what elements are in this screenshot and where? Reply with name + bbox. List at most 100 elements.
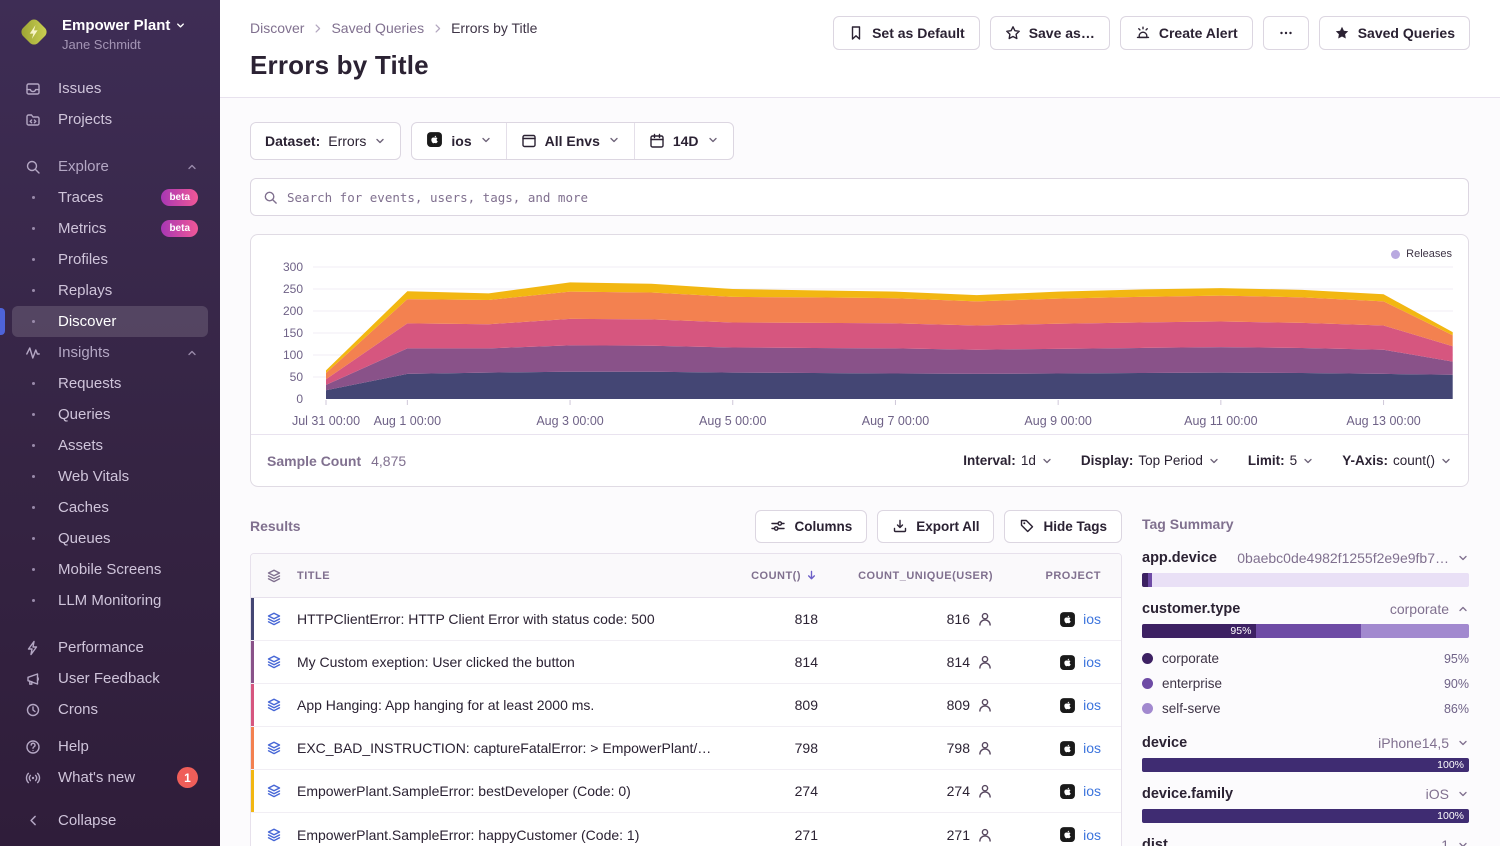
count-cell: 818 [724, 611, 834, 627]
button-label: Create Alert [1159, 25, 1238, 41]
layers-icon[interactable] [251, 611, 297, 627]
saved-queries-button[interactable]: Saved Queries [1319, 16, 1470, 50]
error-title-link[interactable]: EXC_BAD_INSTRUCTION: captureFatalError: … [297, 740, 724, 756]
sidebar-item-traces[interactable]: Tracesbeta [12, 182, 208, 213]
column-header-title[interactable]: TITLE [297, 570, 724, 582]
layers-icon[interactable] [251, 654, 297, 670]
export-all-button[interactable]: Export All [877, 510, 994, 543]
tag-facet-header[interactable]: customer.typecorporate [1142, 601, 1469, 617]
project-link[interactable]: ios [1083, 783, 1101, 799]
set-as-default-button[interactable]: Set as Default [833, 16, 980, 50]
sidebar-item-projects[interactable]: Projects [12, 104, 208, 135]
column-header-count-unique[interactable]: COUNT_UNIQUE(USER) [834, 570, 1009, 582]
environment-filter[interactable]: All Envs [506, 123, 634, 159]
megaphone-icon [24, 671, 42, 687]
sidebar-item-issues[interactable]: Issues [12, 73, 208, 104]
stacked-area-chart[interactable] [313, 263, 1453, 410]
sidebar-item-assets[interactable]: Assets [12, 430, 208, 461]
tag-facet-header[interactable]: app.device0baebc0de4982f1255f2e9e9fb7… [1142, 550, 1469, 566]
sidebar-item-metrics[interactable]: Metricsbeta [12, 213, 208, 244]
save-as-button[interactable]: Save as… [990, 16, 1110, 50]
beta-badge: beta [161, 220, 198, 237]
results-heading: Results [250, 518, 301, 534]
sidebar-item-profiles[interactable]: Profiles [12, 244, 208, 275]
control-label: Interval: [963, 453, 1016, 468]
sidebar-item-insights[interactable]: Insights [12, 337, 208, 368]
sidebar-item-caches[interactable]: Caches [12, 492, 208, 523]
sidebar-item-help[interactable]: Help [12, 731, 208, 762]
error-title-link[interactable]: HTTPClientError: HTTP Client Error with … [297, 611, 724, 627]
tag-facet-header[interactable]: deviceiPhone14,5 [1142, 735, 1469, 751]
sidebar-item-replays[interactable]: Replays [12, 275, 208, 306]
sidebar-item-queries[interactable]: Queries [12, 399, 208, 430]
sidebar-item-discover[interactable]: Discover [12, 306, 208, 337]
tag-value-row[interactable]: self-serve86% [1142, 696, 1469, 721]
project-link[interactable]: ios [1083, 697, 1101, 713]
layers-icon[interactable] [251, 783, 297, 799]
sidebar-item-explore[interactable]: Explore [12, 151, 208, 182]
project-link[interactable]: ios [1083, 611, 1101, 627]
column-header-count[interactable]: COUNT() [724, 569, 834, 582]
display-control[interactable]: Display:Top Period [1081, 453, 1220, 468]
collapse-button[interactable]: Collapse [12, 805, 208, 836]
sidebar-item-requests[interactable]: Requests [12, 368, 208, 399]
columns-button[interactable]: Columns [755, 510, 867, 543]
interval-control[interactable]: Interval: 1d [963, 453, 1053, 468]
error-title-link[interactable]: App Hanging: App hanging for at least 20… [297, 697, 724, 713]
count-cell: 798 [724, 740, 834, 756]
tag-bar-segment [1361, 624, 1469, 638]
project-link[interactable]: ios [1083, 654, 1101, 670]
sidebar-item-crons[interactable]: Crons [12, 694, 208, 725]
error-title-link[interactable]: EmpowerPlant.SampleError: bestDeveloper … [297, 783, 724, 799]
tag-value-dot [1142, 678, 1153, 689]
project-link[interactable]: ios [1083, 827, 1101, 843]
more-options-button[interactable] [1263, 16, 1309, 50]
sidebar-item-performance[interactable]: Performance [12, 632, 208, 663]
chevron-up-icon [1457, 603, 1469, 615]
sidebar-item-user-feedback[interactable]: User Feedback [12, 663, 208, 694]
tag-facet-header[interactable]: dist1 [1142, 837, 1469, 846]
error-title-link[interactable]: My Custom exeption: User clicked the but… [297, 654, 724, 670]
tag-value-row[interactable]: corporate95% [1142, 646, 1469, 671]
hide-tags-button[interactable]: Hide Tags [1004, 510, 1122, 543]
results-buttons: Columns Export All Hide Tags [755, 510, 1122, 543]
breadcrumb-item[interactable]: Saved Queries [331, 20, 424, 36]
create-alert-button[interactable]: Create Alert [1120, 16, 1253, 50]
y-axis-control[interactable]: Y-Axis:count() [1342, 453, 1452, 468]
count-unique-value: 274 [947, 783, 970, 799]
project-cell: ios [1009, 826, 1121, 843]
layers-icon[interactable] [251, 740, 297, 756]
tag-distribution-bar[interactable]: 100% [1142, 758, 1469, 772]
limit-control[interactable]: Limit:5 [1248, 453, 1314, 468]
tag-distribution-bar[interactable]: 95% [1142, 624, 1469, 638]
org-switcher[interactable]: Empower Plant Jane Schmidt [0, 0, 220, 65]
button-label: Set as Default [872, 25, 965, 41]
tag-distribution-bar[interactable] [1142, 573, 1469, 587]
project-filter[interactable]: ios [412, 123, 505, 159]
series-color-bar [251, 770, 254, 812]
date-range-filter[interactable]: 14D [634, 123, 733, 159]
control-value: 1d [1021, 453, 1036, 468]
tag-distribution-bar[interactable]: 100% [1142, 809, 1469, 823]
tag-facet-header[interactable]: device.familyiOS [1142, 786, 1469, 802]
chart-legend[interactable]: Releases [265, 245, 1454, 263]
search-input[interactable] [287, 190, 1456, 205]
dataset-filter[interactable]: Dataset: Errors [250, 122, 401, 160]
breadcrumb-item[interactable]: Discover [250, 20, 304, 36]
count-unique-cell: 809 [834, 697, 1009, 713]
error-title-link[interactable]: EmpowerPlant.SampleError: happyCustomer … [297, 827, 724, 843]
sidebar-item-what-s-new[interactable]: What's new1 [12, 762, 208, 793]
tag-name: device [1142, 735, 1187, 751]
sidebar-item-llm-monitoring[interactable]: LLM Monitoring [12, 585, 208, 616]
breadcrumb-item[interactable]: Errors by Title [451, 20, 537, 36]
tag-bar-segment [1152, 573, 1469, 587]
layers-icon[interactable] [251, 697, 297, 713]
layers-icon[interactable] [251, 827, 297, 843]
button-label: Saved Queries [1358, 25, 1455, 41]
project-link[interactable]: ios [1083, 740, 1101, 756]
sidebar-item-web-vitals[interactable]: Web Vitals [12, 461, 208, 492]
column-header-project[interactable]: PROJECT [1009, 570, 1121, 582]
sidebar-item-queues[interactable]: Queues [12, 523, 208, 554]
tag-value-row[interactable]: enterprise90% [1142, 671, 1469, 696]
sidebar-item-mobile-screens[interactable]: Mobile Screens [12, 554, 208, 585]
